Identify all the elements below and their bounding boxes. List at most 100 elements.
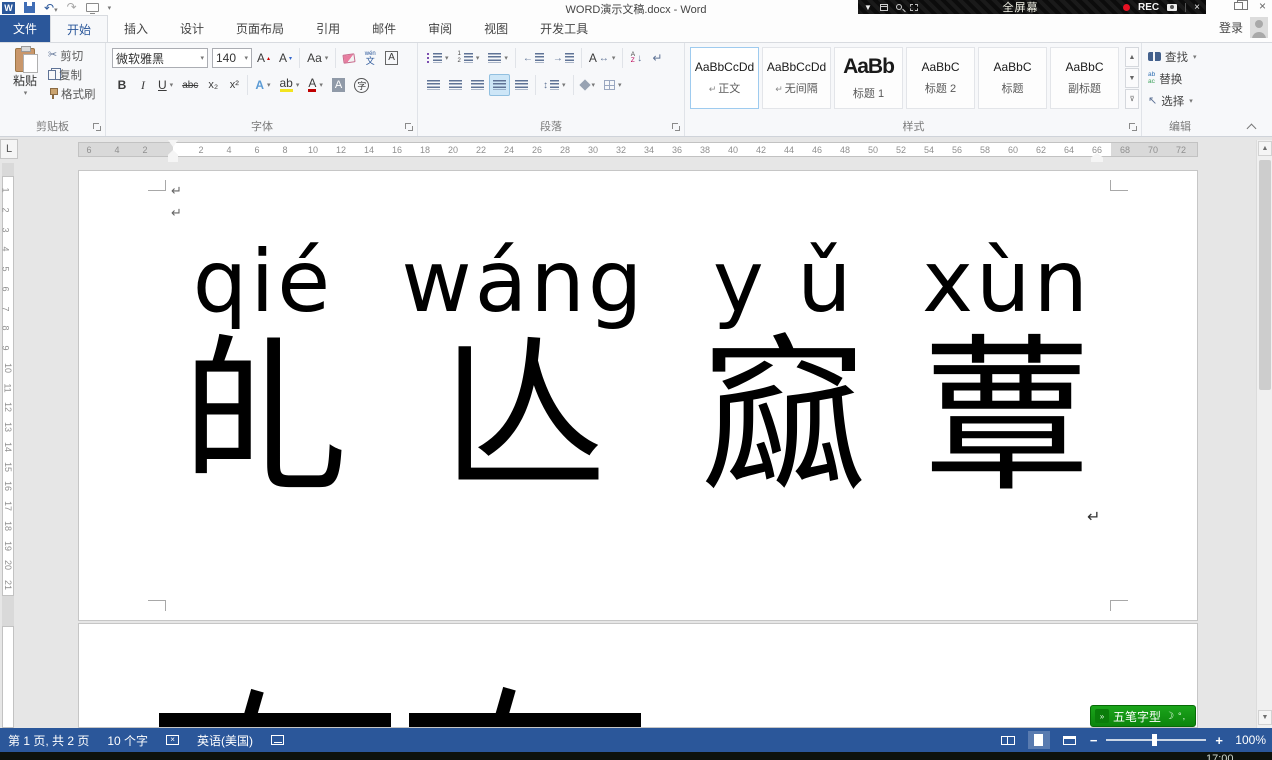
character-shading-button[interactable]: A — [328, 74, 349, 96]
gallery-up-icon[interactable]: ▲ — [1125, 47, 1139, 67]
paragraph-dialog-launcher-icon[interactable] — [672, 123, 681, 132]
tab-邮件[interactable]: 邮件 — [356, 15, 412, 42]
tab-设计[interactable]: 设计 — [164, 15, 220, 42]
copy-button[interactable]: 复制 — [48, 66, 82, 83]
zoom-level[interactable]: 100% — [1232, 733, 1266, 747]
font-dialog-launcher-icon[interactable] — [405, 123, 414, 132]
align-left-button[interactable] — [423, 74, 444, 96]
collapse-ribbon-icon[interactable] — [1248, 122, 1256, 130]
horizontal-ruler[interactable]: 6422468101214161820222426283032343638404… — [78, 142, 1198, 157]
increase-indent-button[interactable]: → — [549, 47, 578, 69]
style-副标题[interactable]: AaBbC副标题 — [1050, 47, 1119, 109]
recorder-close-icon[interactable]: × — [1194, 2, 1200, 13]
zoom-in-button[interactable]: + — [1215, 733, 1223, 748]
ime-punctuation-icon[interactable]: °, — [1178, 711, 1186, 721]
close-window-icon[interactable]: × — [1259, 1, 1266, 11]
clear-formatting-button[interactable] — [339, 47, 359, 69]
line-spacing-button[interactable]: ↕▾ — [539, 74, 570, 96]
superscript-button[interactable]: x² — [224, 74, 244, 96]
tab-视图[interactable]: 视图 — [468, 15, 524, 42]
tab-file[interactable]: 文件 — [0, 15, 50, 42]
sign-in-area[interactable]: 登录 — [1219, 17, 1268, 38]
tab-审阅[interactable]: 审阅 — [412, 15, 468, 42]
shrink-font-button[interactable]: A▾ — [275, 47, 296, 69]
page-2[interactable] — [78, 623, 1198, 728]
tab-插入[interactable]: 插入 — [108, 15, 164, 42]
scroll-down-icon[interactable]: ▼ — [1258, 710, 1272, 725]
tab-页面布局[interactable]: 页面布局 — [220, 15, 300, 42]
show-marks-button[interactable]: ↵ — [647, 47, 667, 69]
font-size-select[interactable]: 140▾ — [212, 48, 252, 68]
underline-button[interactable]: U▾ — [154, 74, 177, 96]
italic-button[interactable]: I — [133, 74, 153, 96]
font-color-button[interactable]: A▾ — [304, 74, 327, 96]
tab-引用[interactable]: 引用 — [300, 15, 356, 42]
find-button[interactable]: 查找▾ — [1148, 48, 1197, 65]
grow-font-button[interactable]: A▴ — [253, 47, 274, 69]
justify-button[interactable] — [489, 74, 510, 96]
phonetic-guide-button[interactable]: wén文 — [360, 47, 380, 69]
ime-badge[interactable]: » 五笔字型 ☽ °, — [1090, 705, 1196, 727]
sort-button[interactable]: AZ↓ — [626, 47, 646, 69]
shading-button[interactable]: ▾ — [577, 74, 600, 96]
recorder-camera-icon[interactable] — [1167, 4, 1177, 11]
numbering-button[interactable]: 12▾ — [454, 47, 484, 69]
moon-icon[interactable]: ☽ — [1165, 711, 1174, 722]
style-无间隔[interactable]: AaBbCcDd↵无间隔 — [762, 47, 831, 109]
distribute-button[interactable] — [511, 74, 532, 96]
cut-button[interactable]: ✂剪切 — [48, 47, 83, 64]
input-mode-icon[interactable] — [271, 735, 284, 745]
change-case-button[interactable]: Aa▾ — [303, 47, 332, 69]
word-count[interactable]: 10 个字 — [107, 732, 148, 749]
web-layout-button[interactable] — [1059, 731, 1081, 749]
subscript-button[interactable]: x₂ — [203, 74, 223, 96]
page-indicator[interactable]: 第 1 页, 共 2 页 — [8, 732, 89, 749]
page-1[interactable]: ↵ ↵ qié癿wáng亾y ǔ窳xùn蕈 ↵ — [78, 170, 1198, 621]
recorder-zoom-icon[interactable] — [896, 4, 902, 10]
print-layout-button[interactable] — [1028, 731, 1050, 749]
zoom-slider-handle[interactable] — [1152, 734, 1157, 746]
proofing-icon[interactable]: × — [166, 735, 179, 745]
highlight-button[interactable]: ab▾ — [276, 74, 304, 96]
tab-开发工具[interactable]: 开发工具 — [524, 15, 604, 42]
recorder-region-icon[interactable] — [910, 4, 918, 11]
decrease-indent-button[interactable]: ← — [519, 47, 548, 69]
bullets-button[interactable]: ▾ — [423, 47, 453, 69]
ime-collapse-icon[interactable]: » — [1095, 709, 1109, 723]
enclose-characters-button[interactable]: 字 — [350, 74, 373, 96]
replace-button[interactable]: abac替换 — [1148, 70, 1182, 87]
scrollbar-thumb[interactable] — [1259, 160, 1271, 390]
style-标题[interactable]: AaBbC标题 — [978, 47, 1047, 109]
gallery-down-icon[interactable]: ▼ — [1125, 68, 1139, 88]
format-painter-button[interactable]: 格式刷 — [48, 85, 96, 102]
styles-dialog-launcher-icon[interactable] — [1129, 123, 1138, 132]
align-right-button[interactable] — [467, 74, 488, 96]
scroll-up-icon[interactable]: ▲ — [1258, 141, 1272, 156]
vertical-scrollbar[interactable]: ▲ ▼ — [1256, 140, 1272, 728]
paste-button[interactable]: 粘贴 ▾ — [4, 46, 46, 118]
vertical-ruler[interactable]: 123456789101112131415161718192021 — [2, 163, 14, 728]
bold-button[interactable]: B — [112, 74, 132, 96]
style-标题 1[interactable]: AaBb标题 1 — [834, 47, 903, 109]
tab-开始[interactable]: 开始 — [50, 15, 108, 42]
select-button[interactable]: ↖选择▾ — [1148, 92, 1193, 109]
restore-window-icon[interactable] — [1234, 2, 1243, 10]
gallery-more-icon[interactable]: ⊽ — [1125, 89, 1139, 109]
asian-layout-button[interactable]: A↔▾ — [585, 47, 620, 69]
style-标题 2[interactable]: AaBbC标题 2 — [906, 47, 975, 109]
font-name-select[interactable]: 微软雅黑▾ — [112, 48, 208, 68]
text-content[interactable]: qié癿wáng亾y ǔ窳xùn蕈 — [179, 233, 1091, 503]
read-mode-button[interactable] — [997, 731, 1019, 749]
zoom-slider[interactable] — [1106, 739, 1206, 741]
multilevel-list-button[interactable]: ▾ — [484, 47, 512, 69]
character-border-button[interactable]: A — [381, 47, 402, 69]
recorder-menu-icon[interactable]: ▼ — [864, 3, 872, 12]
language-indicator[interactable]: 英语(美国) — [197, 732, 253, 749]
tab-stop-selector[interactable]: L — [0, 139, 18, 159]
borders-button[interactable]: ▾ — [600, 74, 626, 96]
style-正文[interactable]: AaBbCcDd↵正文 — [690, 47, 759, 109]
clipboard-dialog-launcher-icon[interactable] — [93, 123, 102, 132]
text-effects-button[interactable]: A▾ — [251, 74, 274, 96]
strikethrough-button[interactable]: abc — [178, 74, 202, 96]
zoom-out-button[interactable]: − — [1090, 733, 1098, 748]
